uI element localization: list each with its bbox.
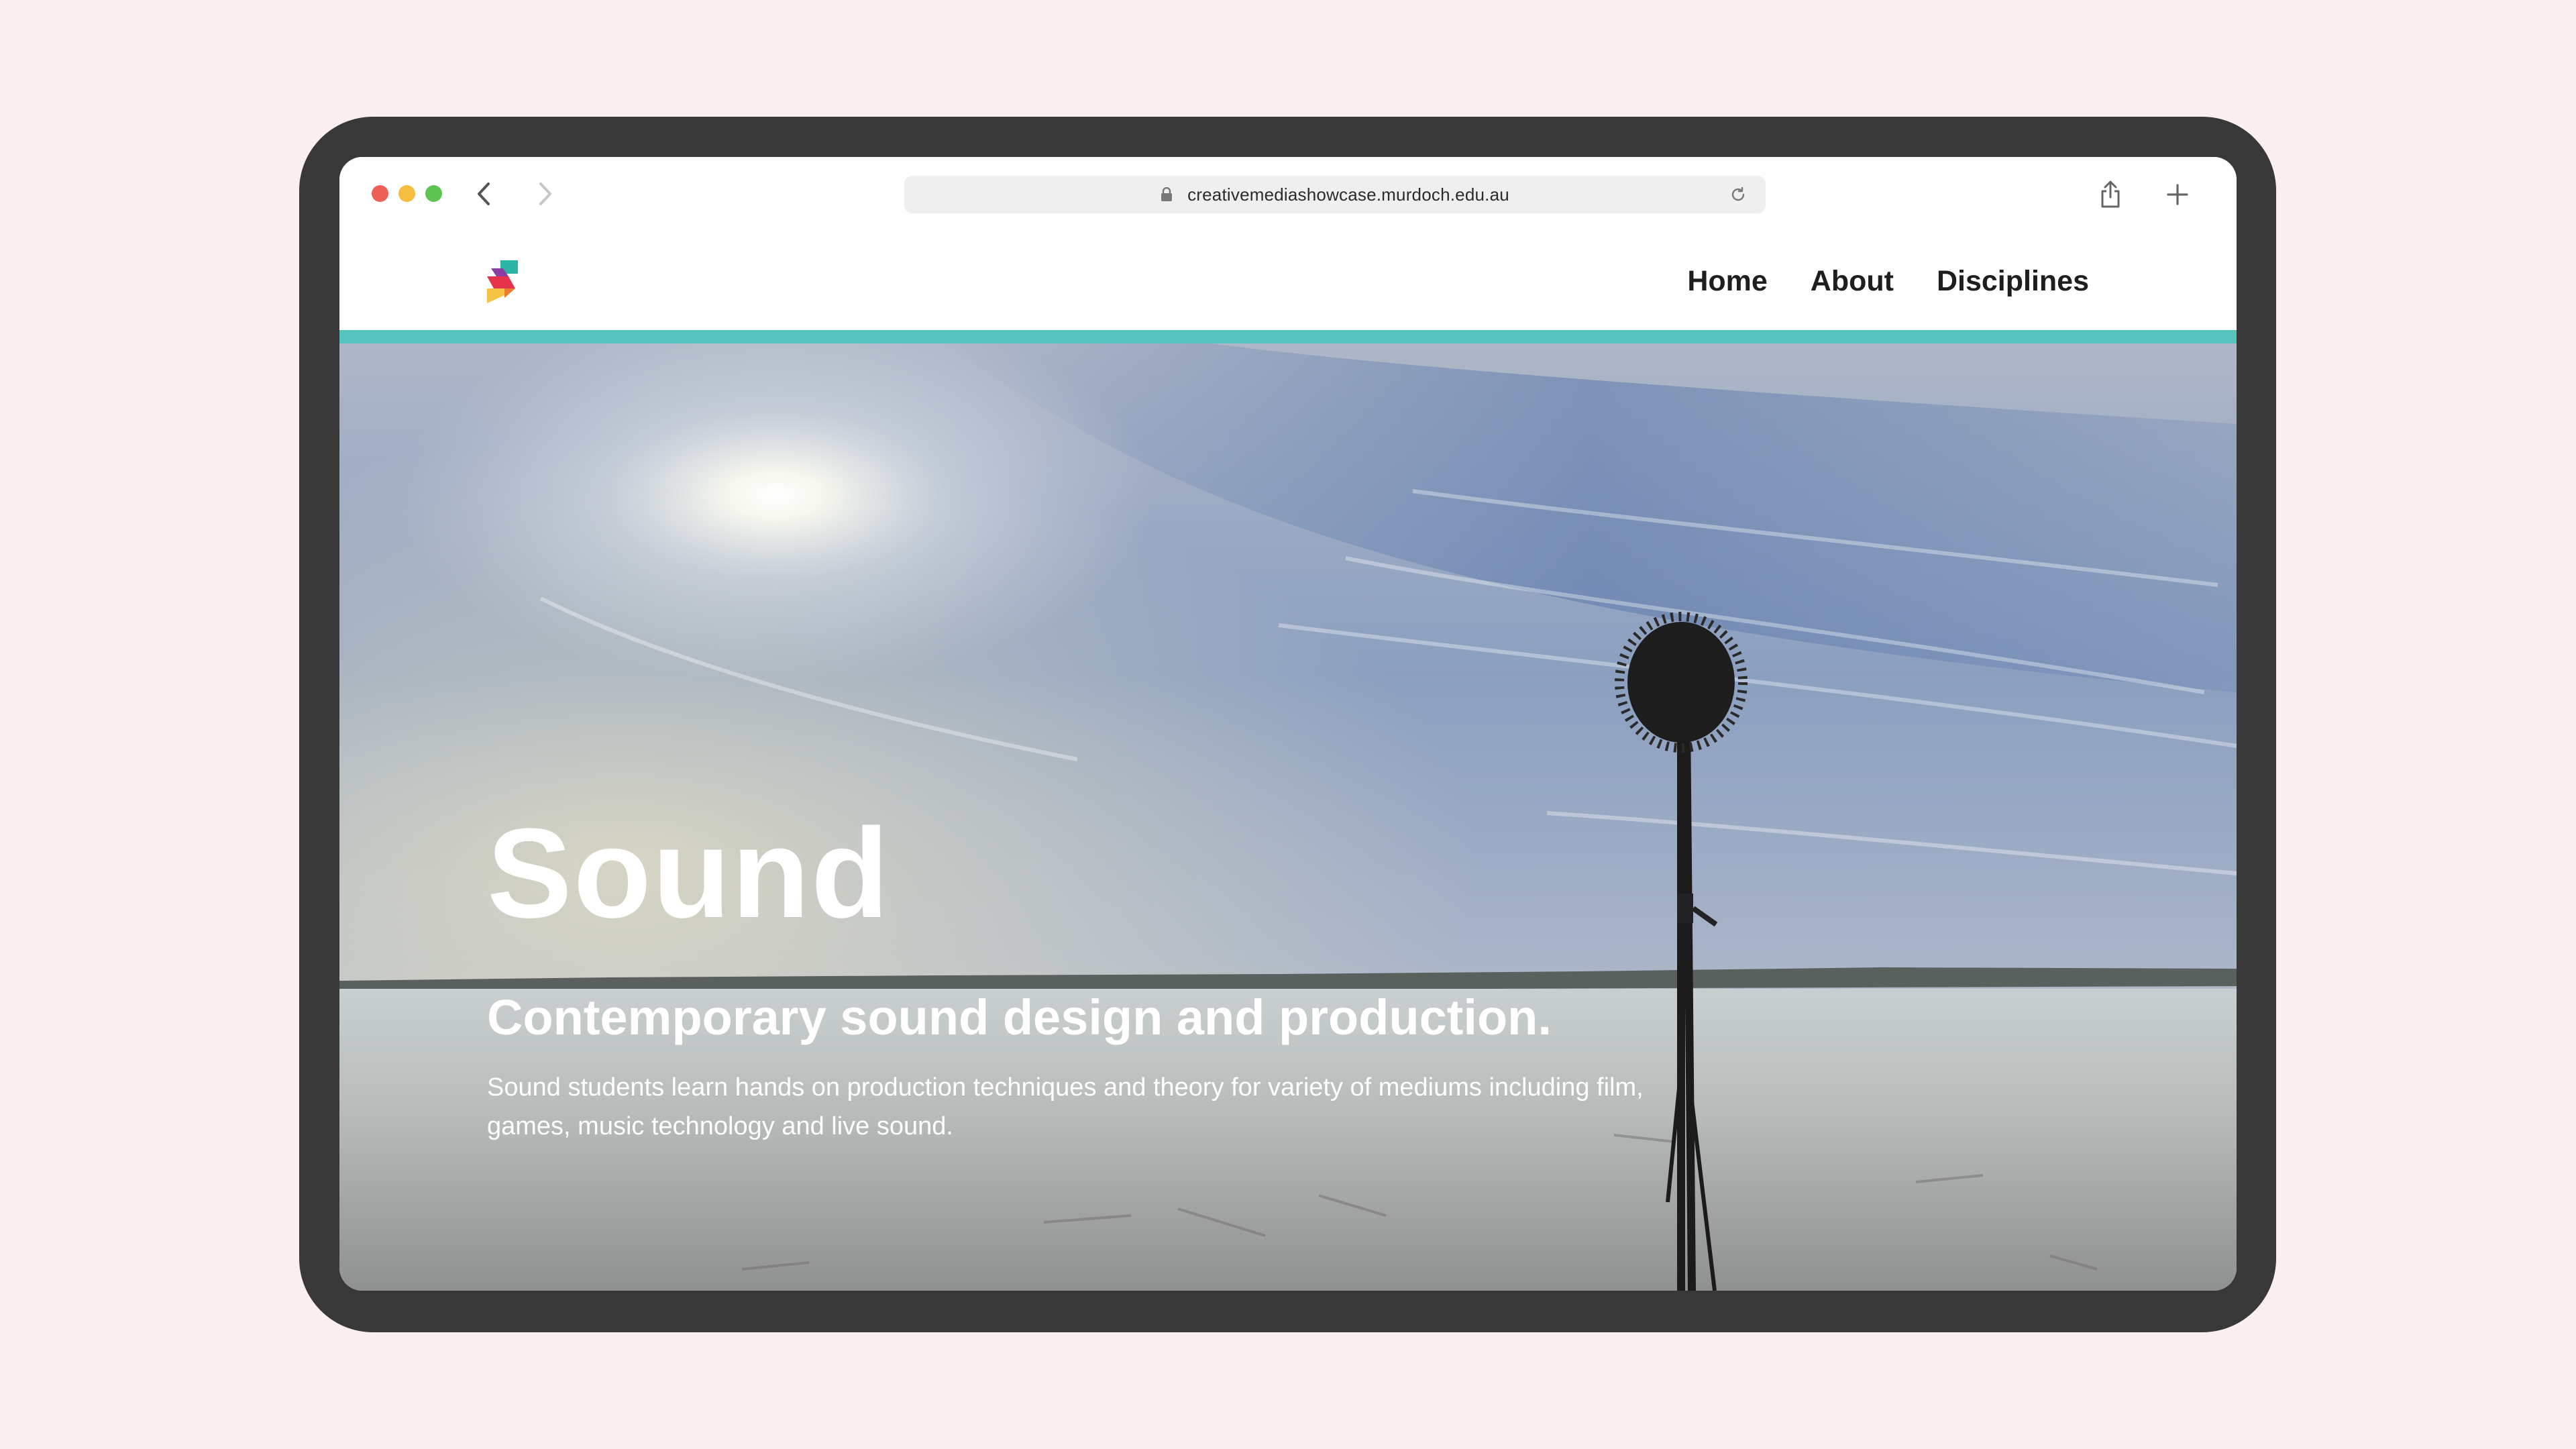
browser-toolbar: creativemediashowcase.murdoch.edu.au [339, 157, 2237, 232]
share-icon[interactable] [2098, 180, 2123, 209]
nav-home-link[interactable]: Home [1687, 259, 1767, 303]
lock-icon [1161, 187, 1173, 201]
main-nav: Home About Disciplines [1687, 259, 2089, 303]
nav-about-link[interactable]: About [1811, 259, 1894, 303]
window-minimize-button[interactable] [398, 185, 415, 202]
site-header: Home About Disciplines [339, 232, 2237, 330]
window-maximize-button[interactable] [425, 185, 442, 202]
back-arrow-icon[interactable] [470, 176, 499, 212]
forward-arrow-icon[interactable] [530, 176, 559, 212]
new-tab-plus-icon[interactable] [2165, 182, 2190, 207]
window-close-button[interactable] [372, 185, 388, 202]
hero-description: Sound students learn hands on production… [487, 1073, 1644, 1140]
hero-section: Sound Contemporary sound design and prod… [339, 343, 2237, 1291]
hero-title: Sound [487, 802, 890, 945]
url-text: creativemediashowcase.murdoch.edu.au [1187, 184, 1509, 205]
reload-icon[interactable] [1729, 186, 1747, 203]
site-logo-icon[interactable] [484, 259, 519, 306]
address-bar[interactable]: creativemediashowcase.murdoch.edu.au [904, 176, 1766, 213]
header-accent-rule [339, 330, 2237, 343]
hero-subtitle: Contemporary sound design and production… [487, 989, 1552, 1045]
browser-window: creativemediashowcase.murdoch.edu.au Hom… [339, 157, 2237, 1291]
nav-disciplines-link[interactable]: Disciplines [1937, 259, 2089, 303]
